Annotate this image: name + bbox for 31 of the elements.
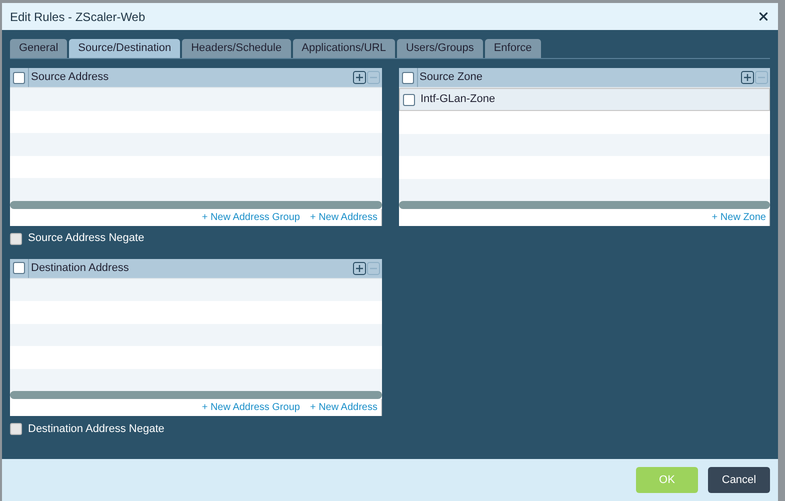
tab[interactable]: Headers/Schedule (182, 39, 291, 58)
plus-icon[interactable] (352, 262, 366, 274)
row-label: Intf-GLan-Zone (420, 92, 496, 108)
list-row[interactable]: Intf-GLan-Zone (398, 88, 770, 111)
panel-title: Source Zone (420, 70, 484, 86)
checkbox[interactable] (10, 232, 22, 244)
scrollbar[interactable] (10, 391, 382, 399)
checkbox-label: Destination Address Negate (28, 422, 164, 437)
panel-title: Source Address (31, 70, 110, 86)
tab[interactable]: Enforce (484, 39, 541, 58)
plus-icon[interactable] (352, 71, 366, 84)
scrollbar[interactable] (398, 201, 770, 209)
new-item-link[interactable]: + New Address Group (202, 400, 300, 415)
new-item-link[interactable]: + New Address (310, 400, 378, 415)
new-item-link[interactable]: + New Address Group (202, 210, 300, 224)
cancel-button[interactable]: Cancel (708, 467, 770, 493)
checkbox[interactable] (402, 72, 414, 84)
tab[interactable]: Source/Destination (69, 39, 180, 58)
checkbox[interactable] (13, 262, 25, 274)
dialog-title: Edit Rules - ZScaler-Web (10, 8, 146, 26)
checkbox[interactable] (403, 94, 415, 106)
checkbox[interactable] (10, 423, 22, 435)
plus-icon[interactable] (741, 71, 754, 84)
checkbox[interactable] (13, 72, 25, 84)
new-item-link[interactable]: + New Address (310, 210, 378, 224)
tab[interactable]: General (10, 39, 68, 58)
checkbox-label: Source Address Negate (28, 231, 144, 246)
tab[interactable]: Applications/URL (292, 39, 395, 58)
tab[interactable]: Users/Groups (396, 39, 483, 58)
new-item-link[interactable]: + New Zone (712, 210, 766, 225)
panel-title: Destination Address (31, 260, 130, 276)
